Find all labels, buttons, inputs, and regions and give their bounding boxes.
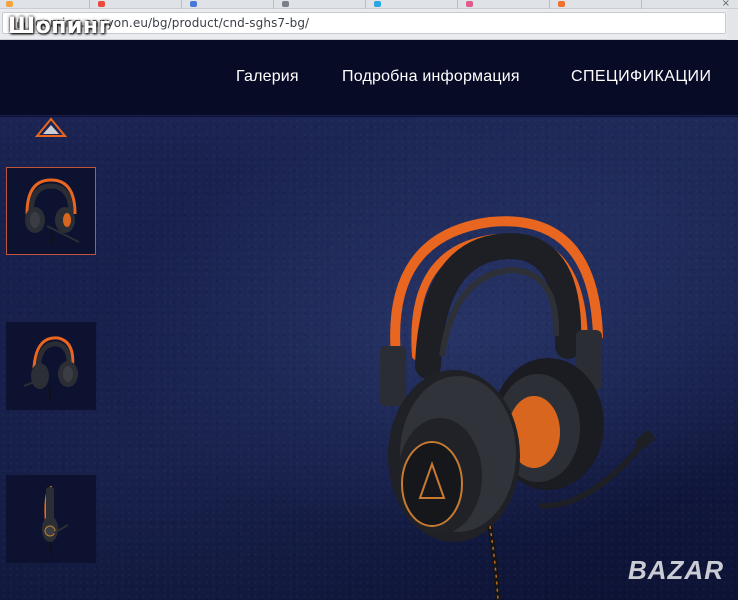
scrollbar[interactable]: [727, 9, 738, 40]
scroll-up-arrow-icon[interactable]: [34, 117, 68, 139]
headset-thumbnail-image: [25, 178, 80, 245]
browser-tab[interactable]: [0, 0, 90, 9]
headset-main-image: [380, 216, 655, 600]
browser-tab[interactable]: [276, 0, 366, 9]
headset-thumbnail-image: [42, 485, 69, 556]
headset-thumbnail-image: [23, 336, 78, 400]
browser-tab[interactable]: [552, 0, 642, 9]
browser-tab[interactable]: [368, 0, 458, 9]
watermark-logo: BAZAR: [628, 555, 724, 585]
close-icon[interactable]: ×: [722, 0, 730, 9]
gallery-thumbnail-front[interactable]: [6, 167, 96, 255]
browser-tab[interactable]: [92, 0, 182, 9]
gallery-thumbnail-profile[interactable]: [6, 475, 96, 563]
tab-strip: ×: [0, 0, 738, 9]
gallery-thumbnail-angled[interactable]: [6, 322, 96, 410]
nav-details[interactable]: Подробна информация: [342, 68, 520, 86]
browser-tab[interactable]: [184, 0, 274, 9]
overlay-title: Шопинг: [8, 14, 111, 39]
site-navigation: Галерия Подробна информация СПЕЦИФИКАЦИИ: [0, 40, 738, 116]
nav-gallery[interactable]: Галерия: [236, 68, 299, 86]
nav-specifications[interactable]: СПЕЦИФИКАЦИИ: [571, 68, 711, 86]
browser-tab[interactable]: [460, 0, 550, 9]
product-gallery: BAZAR: [0, 117, 738, 600]
